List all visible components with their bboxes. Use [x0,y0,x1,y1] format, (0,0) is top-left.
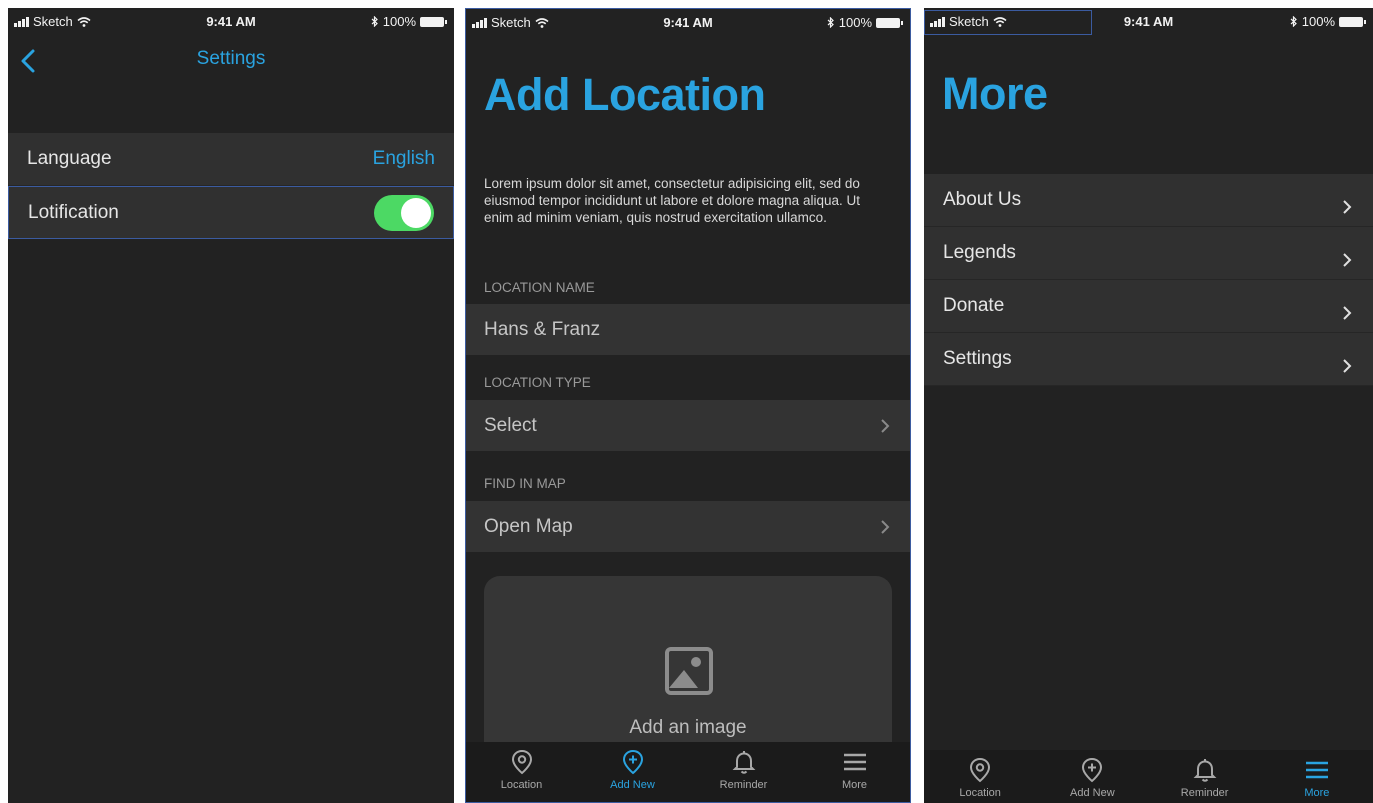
settings-screen: Sketch 9:41 AM 100% Settings Language En… [8,8,454,803]
list-item-label: Legends [943,242,1016,263]
tab-bar: Location Add New Reminder More [466,742,910,802]
description-text: Lorem ipsum dolor sit amet, consectetur … [484,176,860,225]
list-item-label: Donate [943,295,1005,316]
location-type-label: LOCATION TYPE [484,375,591,390]
bluetooth-icon [371,16,379,27]
tab-label: More [841,779,868,791]
location-type-select[interactable]: Select [466,400,910,451]
settings-row[interactable]: Settings [924,333,1373,386]
bell-icon [732,751,755,774]
battery-percent: 100% [838,15,872,30]
more-screen: Sketch 9:41 AM 100% More About Us Legend… [924,8,1373,803]
battery-icon [876,17,903,28]
battery-percent: 100% [382,14,416,29]
chevron-right-icon [1343,306,1352,320]
image-icon [665,647,713,695]
language-value: English [372,148,435,169]
legends-row[interactable]: Legends [924,227,1373,280]
about-us-row[interactable]: About Us [924,174,1373,227]
tab-location[interactable]: Location [466,742,577,802]
location-type-value: Select [484,414,537,436]
tab-label: Add New [1070,787,1115,799]
tab-reminder[interactable]: Reminder [688,742,799,802]
tab-reminder[interactable]: Reminder [1149,750,1261,803]
add-location-screen: Sketch 9:41 AM 100% Add Location Lorem i… [465,8,911,803]
tab-label: Location [500,779,543,791]
tab-location[interactable]: Location [924,750,1036,803]
status-bar: Sketch 9:41 AM 100% [924,8,1373,35]
tab-label: More [1304,787,1330,799]
menu-icon [1305,761,1328,779]
tab-label: Reminder [719,779,768,791]
page-title: More [942,68,1048,119]
location-pin-icon [511,749,532,775]
find-in-map-label: FIND IN MAP [484,476,566,491]
open-map-value: Open Map [484,515,573,537]
status-bar: Sketch 9:41 AM 100% [466,9,910,36]
notification-row: Lotification [8,186,454,239]
tab-label: Location [959,787,1001,799]
battery-icon [1339,16,1366,27]
battery-percent: 100% [1301,14,1335,29]
list-item-label: About Us [943,189,1022,210]
donate-row[interactable]: Donate [924,280,1373,333]
toggle-knob [401,197,431,228]
bluetooth-icon [827,17,835,28]
chevron-right-icon [1343,200,1352,214]
open-map-row[interactable]: Open Map [466,501,910,552]
chevron-right-icon [881,418,890,433]
tab-more[interactable]: More [1261,750,1373,803]
tab-label: Reminder [1180,787,1229,799]
notification-toggle[interactable] [374,194,434,231]
nav-title: Settings [196,48,266,69]
chevron-right-icon [1343,359,1352,373]
tab-bar: Location Add New Reminder More [924,750,1373,803]
more-list: About Us Legends Donate Settings [924,174,1373,386]
notification-label: Lotification [28,201,119,223]
bluetooth-icon [1290,16,1298,27]
bell-icon [1193,759,1217,782]
language-label: Language [27,148,112,169]
chevron-right-icon [1343,253,1352,267]
chevron-right-icon [881,519,890,534]
settings-list: Language English Lotification [8,133,454,239]
tab-label: Add New [610,779,655,791]
tab-add-new[interactable]: Add New [1036,750,1148,803]
list-item-label: Settings [943,348,1012,369]
battery-icon [420,16,447,27]
location-name-label: LOCATION NAME [484,280,595,295]
add-location-icon [1082,757,1103,783]
location-name-field[interactable]: Hans & Franz [466,304,910,355]
page-title: Add Location [484,69,766,120]
add-image-label: Add an image [629,717,747,738]
tab-more[interactable]: More [799,742,910,802]
language-row[interactable]: Language English [8,133,454,186]
menu-icon [843,753,866,771]
add-location-icon [622,749,643,775]
status-bar: Sketch 9:41 AM 100% [8,8,454,35]
location-pin-icon [970,757,991,783]
location-name-value: Hans & Franz [484,318,601,340]
tab-add-new[interactable]: Add New [577,742,688,802]
